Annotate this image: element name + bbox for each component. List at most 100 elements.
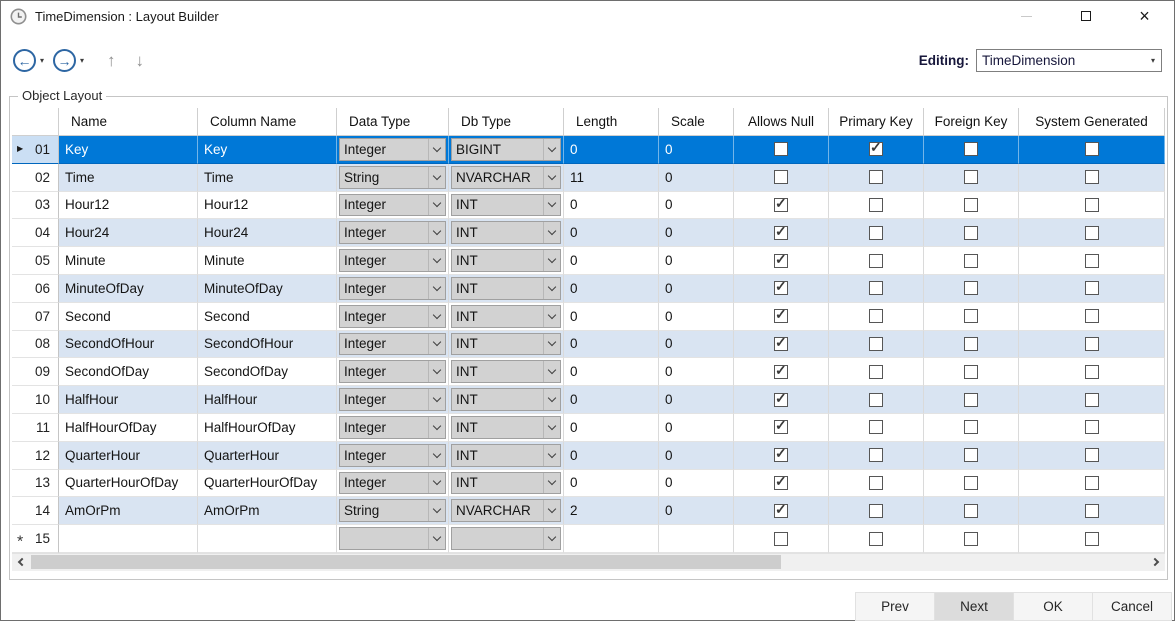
foreign-key-checkbox[interactable] (964, 309, 978, 323)
back-dropdown-caret[interactable]: ▾ (40, 56, 44, 65)
system-generated-checkbox[interactable] (1085, 281, 1099, 295)
primary-key-checkbox[interactable] (869, 309, 883, 323)
system-generated-checkbox[interactable] (1085, 254, 1099, 268)
chevron-down-icon[interactable] (428, 445, 445, 466)
chevron-down-icon[interactable] (543, 445, 560, 466)
column-header-scale[interactable]: Scale (659, 108, 734, 136)
primary-key-checkbox[interactable] (869, 476, 883, 490)
scale-cell[interactable]: 0 (659, 331, 734, 359)
foreign-key-checkbox[interactable] (964, 365, 978, 379)
length-cell[interactable]: 0 (564, 358, 659, 386)
column-header-row-selector[interactable] (12, 108, 59, 136)
data-type-dropdown[interactable]: Integer (339, 416, 446, 439)
forward-button[interactable]: → (53, 49, 76, 72)
scale-cell[interactable]: 0 (659, 164, 734, 192)
grid-row-12[interactable]: 12QuarterHourQuarterHourIntegerINT00 (12, 442, 1165, 470)
name-cell[interactable]: HalfHour (59, 386, 198, 414)
row-header-01[interactable]: ▶01 (12, 136, 59, 164)
column-header-data-type[interactable]: Data Type (337, 108, 449, 136)
foreign-key-checkbox[interactable] (964, 254, 978, 268)
column-header-length[interactable]: Length (564, 108, 659, 136)
foreign-key-checkbox[interactable] (964, 476, 978, 490)
grid-row-07[interactable]: 07SecondSecondIntegerINT00 (12, 303, 1165, 331)
foreign-key-checkbox[interactable] (964, 226, 978, 240)
scale-cell[interactable] (659, 525, 734, 553)
chevron-down-icon[interactable] (543, 389, 560, 410)
row-header-08[interactable]: 08 (12, 331, 59, 359)
primary-key-checkbox[interactable] (869, 142, 883, 156)
foreign-key-checkbox[interactable] (964, 532, 978, 546)
column-header-db-type[interactable]: Db Type (449, 108, 564, 136)
column-name-cell[interactable] (198, 525, 337, 553)
chevron-down-icon[interactable] (428, 473, 445, 494)
data-type-dropdown[interactable]: Integer (339, 138, 446, 161)
chevron-down-icon[interactable] (428, 417, 445, 438)
length-cell[interactable]: 0 (564, 331, 659, 359)
prev-button[interactable]: Prev (855, 592, 935, 621)
primary-key-checkbox[interactable] (869, 170, 883, 184)
chevron-down-icon[interactable] (543, 361, 560, 382)
foreign-key-checkbox[interactable] (964, 448, 978, 462)
db-type-dropdown[interactable]: INT (451, 472, 561, 495)
chevron-down-icon[interactable] (543, 334, 560, 355)
primary-key-checkbox[interactable] (869, 281, 883, 295)
scale-cell[interactable]: 0 (659, 470, 734, 498)
scale-cell[interactable]: 0 (659, 219, 734, 247)
data-type-dropdown[interactable] (339, 527, 446, 550)
column-name-cell[interactable]: HalfHour (198, 386, 337, 414)
row-header-10[interactable]: 10 (12, 386, 59, 414)
foreign-key-checkbox[interactable] (964, 420, 978, 434)
data-type-dropdown[interactable]: Integer (339, 472, 446, 495)
name-cell[interactable]: QuarterHour (59, 442, 198, 470)
row-header-03[interactable]: 03 (12, 192, 59, 220)
scale-cell[interactable]: 0 (659, 303, 734, 331)
chevron-down-icon[interactable] (428, 334, 445, 355)
name-cell[interactable] (59, 525, 198, 553)
system-generated-checkbox[interactable] (1085, 532, 1099, 546)
grid-row-02[interactable]: 02TimeTimeStringNVARCHAR110 (12, 164, 1165, 192)
db-type-dropdown[interactable]: NVARCHAR (451, 499, 561, 522)
allows-null-checkbox[interactable] (774, 198, 788, 212)
column-header-allows-null[interactable]: Allows Null (734, 108, 829, 136)
row-header-02[interactable]: 02 (12, 164, 59, 192)
name-cell[interactable]: AmOrPm (59, 497, 198, 525)
close-button[interactable]: × (1115, 1, 1174, 31)
system-generated-checkbox[interactable] (1085, 337, 1099, 351)
row-header-07[interactable]: 07 (12, 303, 59, 331)
chevron-down-icon[interactable] (428, 306, 445, 327)
db-type-dropdown[interactable]: INT (451, 360, 561, 383)
name-cell[interactable]: Hour12 (59, 192, 198, 220)
data-type-dropdown[interactable]: Integer (339, 305, 446, 328)
back-button[interactable]: ← (13, 49, 36, 72)
foreign-key-checkbox[interactable] (964, 281, 978, 295)
system-generated-checkbox[interactable] (1085, 170, 1099, 184)
column-name-cell[interactable]: HalfHourOfDay (198, 414, 337, 442)
data-type-dropdown[interactable]: String (339, 166, 446, 189)
db-type-dropdown[interactable]: INT (451, 416, 561, 439)
data-type-dropdown[interactable]: Integer (339, 249, 446, 272)
length-cell[interactable]: 0 (564, 275, 659, 303)
db-type-dropdown[interactable]: BIGINT (451, 138, 561, 161)
grid-row-01[interactable]: ▶01KeyKeyIntegerBIGINT00 (12, 136, 1165, 164)
maximize-button[interactable] (1056, 1, 1115, 31)
chevron-down-icon[interactable] (428, 195, 445, 216)
scroll-right-icon[interactable] (1148, 553, 1165, 571)
primary-key-checkbox[interactable] (869, 365, 883, 379)
scale-cell[interactable]: 0 (659, 358, 734, 386)
name-cell[interactable]: Key (59, 136, 198, 164)
length-cell[interactable]: 0 (564, 386, 659, 414)
move-down-button[interactable]: ↓ (136, 51, 145, 71)
name-cell[interactable]: Hour24 (59, 219, 198, 247)
next-button[interactable]: Next (934, 592, 1014, 621)
grid-row-03[interactable]: 03Hour12Hour12IntegerINT00 (12, 192, 1165, 220)
length-cell[interactable]: 0 (564, 247, 659, 275)
grid-row-06[interactable]: 06MinuteOfDayMinuteOfDayIntegerINT00 (12, 275, 1165, 303)
column-name-cell[interactable]: Hour24 (198, 219, 337, 247)
primary-key-checkbox[interactable] (869, 226, 883, 240)
db-type-dropdown[interactable]: INT (451, 444, 561, 467)
name-cell[interactable]: SecondOfHour (59, 331, 198, 359)
chevron-down-icon[interactable]: ▾ (1145, 56, 1161, 65)
db-type-dropdown[interactable] (451, 527, 561, 550)
column-name-cell[interactable]: SecondOfHour (198, 331, 337, 359)
allows-null-checkbox[interactable] (774, 365, 788, 379)
